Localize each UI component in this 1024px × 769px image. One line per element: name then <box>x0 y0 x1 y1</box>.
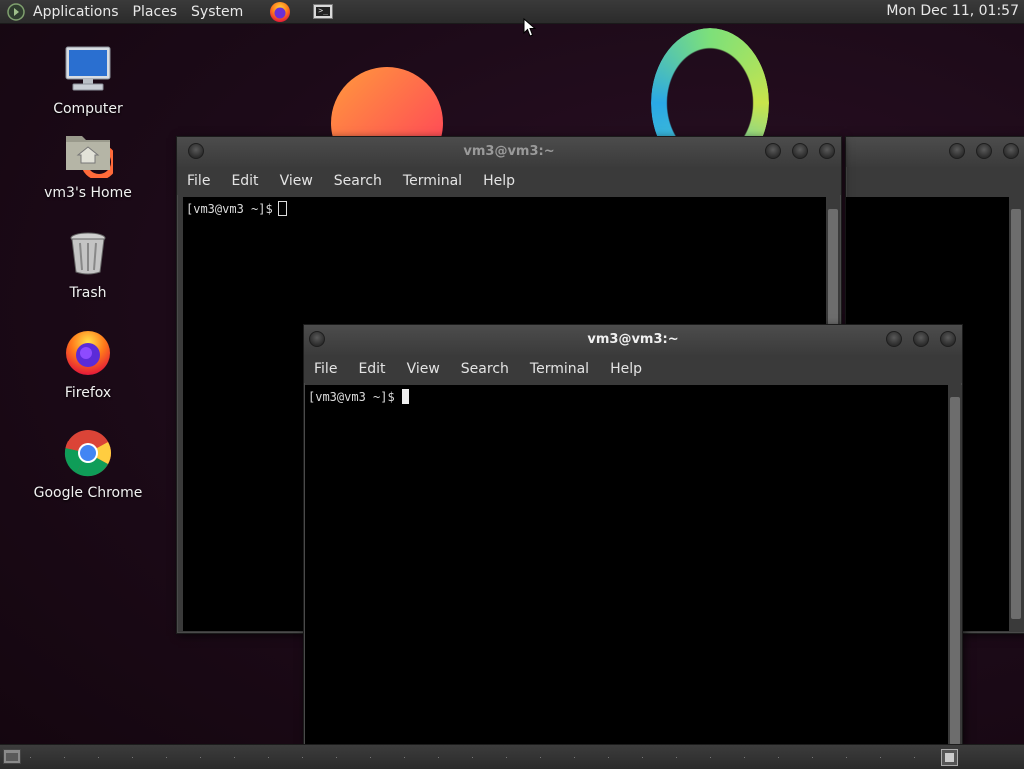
menu-file[interactable]: File <box>314 361 337 377</box>
home-folder-icon <box>66 136 117 180</box>
menu-edit[interactable]: Edit <box>358 361 385 377</box>
close-button[interactable] <box>819 143 835 159</box>
desktop-icon-label: Firefox <box>64 385 112 401</box>
text-cursor <box>277 201 287 216</box>
window-title: vm3@vm3:~ <box>463 144 555 159</box>
terminal-window-front[interactable]: vm3@vm3:~ File Edit View Search Terminal… <box>303 324 963 745</box>
desktop-icon-trash[interactable]: Trash <box>28 228 148 301</box>
minimize-button[interactable] <box>765 143 781 159</box>
maximize-button[interactable] <box>913 331 929 347</box>
applications-menu[interactable]: Applications <box>33 4 119 20</box>
desktop-icon-label: vm3's Home <box>44 185 132 201</box>
desktop-icon-firefox[interactable]: Firefox <box>28 328 148 401</box>
terminal-prompt: [vm3@vm3 ~]$ <box>186 201 287 216</box>
text-cursor <box>401 389 409 404</box>
terminal-icon[interactable]: >_ <box>313 4 334 19</box>
bottom-panel <box>0 744 1024 769</box>
menu-terminal[interactable]: Terminal <box>530 361 589 377</box>
titlebar[interactable] <box>846 137 1024 167</box>
scrollbar[interactable] <box>948 385 962 745</box>
menu-help[interactable]: Help <box>610 361 642 377</box>
terminal-menubar: File Edit View Search Terminal Help <box>177 167 841 195</box>
workspace-switcher-icon[interactable] <box>941 749 958 766</box>
mouse-pointer-icon <box>523 18 537 37</box>
menu-search[interactable]: Search <box>334 173 382 189</box>
menu-search[interactable]: Search <box>461 361 509 377</box>
menu-view[interactable]: View <box>280 173 313 189</box>
terminal-menubar: File Edit View Search Terminal Help <box>304 355 962 383</box>
menu-view[interactable]: View <box>407 361 440 377</box>
taskbar-area[interactable] <box>30 757 934 758</box>
menu-help[interactable]: Help <box>483 173 515 189</box>
system-menu[interactable]: System <box>191 4 243 20</box>
clock[interactable]: Mon Dec 11, 01:57 <box>886 3 1019 19</box>
maximize-button[interactable] <box>976 143 992 159</box>
close-button[interactable] <box>940 331 956 347</box>
desktop-icon-label: Computer <box>53 101 123 117</box>
trash-icon <box>70 232 106 275</box>
desktop-icon-label: Trash <box>69 285 107 301</box>
chrome-icon <box>64 430 111 477</box>
menu-edit[interactable]: Edit <box>231 173 258 189</box>
firefox-icon <box>66 331 110 375</box>
menu-terminal[interactable]: Terminal <box>403 173 462 189</box>
places-menu[interactable]: Places <box>133 4 178 20</box>
desktop-icon-home[interactable]: vm3's Home <box>28 128 148 201</box>
computer-icon <box>65 46 111 91</box>
launchers: >_ <box>269 1 334 23</box>
desktop-icon-computer[interactable]: Computer <box>28 44 148 117</box>
window-title: vm3@vm3:~ <box>587 332 679 347</box>
scrollbar-thumb[interactable] <box>950 397 960 745</box>
close-button[interactable] <box>1003 143 1019 159</box>
maximize-button[interactable] <box>792 143 808 159</box>
titlebar[interactable]: vm3@vm3:~ <box>177 137 841 167</box>
scrollbar[interactable] <box>1009 197 1023 631</box>
minimize-button[interactable] <box>949 143 965 159</box>
desktop-icon-label: Google Chrome <box>33 485 143 501</box>
scrollbar-thumb[interactable] <box>1011 209 1021 619</box>
show-desktop-icon[interactable] <box>3 749 21 764</box>
titlebar[interactable]: vm3@vm3:~ <box>304 325 962 355</box>
terminal-prompt: [vm3@vm3 ~]$ <box>308 389 409 404</box>
prompt-text: [vm3@vm3 ~]$ <box>186 202 273 216</box>
minimize-button[interactable] <box>886 331 902 347</box>
desktop-icon-chrome[interactable]: Google Chrome <box>28 428 148 501</box>
firefox-icon[interactable] <box>269 1 291 23</box>
distro-logo-icon[interactable] <box>7 2 25 21</box>
prompt-text: [vm3@vm3 ~]$ <box>308 390 395 404</box>
top-panel: Applications Places System >_ Mon Dec 11… <box>0 0 1024 24</box>
menu-file[interactable]: File <box>187 173 210 189</box>
terminal-area[interactable]: [vm3@vm3 ~]$ <box>305 385 948 745</box>
